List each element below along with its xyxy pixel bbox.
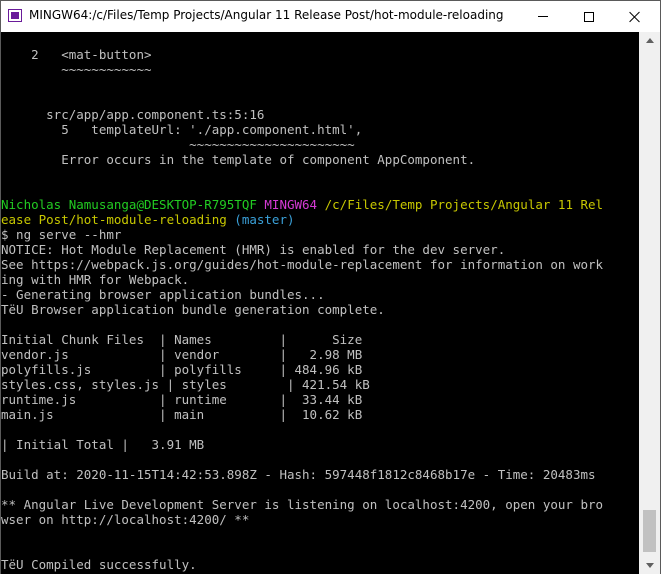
terminal-text: Nicholas Namusanga@DESKTOP-R795TQF (1, 197, 265, 212)
terminal-text: /c/Files/Temp Projects/Angular 11 Rel (324, 197, 604, 212)
maximize-button[interactable] (566, 1, 612, 32)
terminal-text: - Generating browser application bundles… (1, 287, 325, 302)
terminal-text: NOTICE: Hot Module Replacement (HMR) is … (1, 242, 506, 257)
terminal-line: | Initial Total | 3.91 MB (1, 437, 603, 452)
terminal-window: MINGW64:/c/Files/Temp Projects/Angular 1… (0, 0, 661, 574)
terminal-line: TëU Compiled successfully. (1, 557, 603, 572)
title-bar[interactable]: MINGW64:/c/Files/Temp Projects/Angular 1… (1, 1, 660, 32)
terminal-text: 2 <mat-button> (1, 47, 152, 62)
terminal-text: MINGW64 (264, 197, 325, 212)
maximize-icon (584, 11, 594, 22)
terminal-line: ** Angular Live Development Server is li… (1, 497, 603, 512)
close-button[interactable] (612, 1, 658, 32)
terminal-line: Initial Chunk Files | Names | Size (1, 332, 603, 347)
terminal-line: NOTICE: Hot Module Replacement (HMR) is … (1, 242, 603, 257)
terminal-text: Initial Chunk Files | Names | Size (1, 332, 363, 347)
terminal-text: See https://webpack.js.org/guides/hot-mo… (1, 257, 604, 272)
terminal-text: $ ng serve --hmr (1, 227, 122, 242)
terminal-text: ing with HMR for Webpack. (1, 272, 190, 287)
terminal-output[interactable]: 2 <mat-button> ~~~~~~~~~~~~ src/app/app.… (1, 32, 639, 574)
terminal-text: main.js | main | 10.62 kB (1, 407, 363, 422)
terminal-text: ** Angular Live Development Server is li… (1, 497, 604, 512)
scroll-up-button[interactable] (639, 32, 660, 49)
vertical-scrollbar[interactable] (639, 32, 660, 574)
terminal-line: 2 <mat-button> (1, 47, 603, 62)
terminal-line: Build at: 2020-11-15T14:42:53.898Z - Has… (1, 467, 603, 482)
terminal-text: styles.css, styles.js | styles | 421.54 … (1, 377, 370, 392)
terminal-line: Error occurs in the template of componen… (1, 152, 603, 167)
terminal-text: wser on http://localhost:4200/ ** (1, 512, 250, 527)
terminal-text: vendor.js | vendor | 2.98 MB (1, 347, 363, 362)
terminal-text: ~~~~~~~~~~~~ (1, 62, 152, 77)
mingw-terminal-icon[interactable] (8, 9, 22, 22)
terminal-text: src/app/app.component.ts:5:16 (1, 107, 265, 122)
terminal-line: styles.css, styles.js | styles | 421.54 … (1, 377, 603, 392)
terminal-line: main.js | main | 10.62 kB (1, 407, 603, 422)
terminal-line: wser on http://localhost:4200/ ** (1, 512, 603, 527)
arrow-down-icon (645, 563, 654, 568)
minimize-button[interactable] (520, 1, 566, 32)
terminal-line: runtime.js | runtime | 33.44 kB (1, 392, 603, 407)
terminal-line: See https://webpack.js.org/guides/hot-mo… (1, 257, 603, 272)
terminal-line: $ ng serve --hmr (1, 227, 603, 242)
terminal-text: Build at: 2020-11-15T14:42:53.898Z - Has… (1, 467, 596, 482)
terminal-line: TëU Browser application bundle generatio… (1, 302, 603, 317)
terminal-line: - Generating browser application bundles… (1, 287, 603, 302)
arrow-up-icon (645, 38, 654, 43)
scrollbar-thumb[interactable] (643, 510, 656, 552)
terminal-text: ease Post/hot-module-reloading (1, 212, 235, 227)
scroll-down-button[interactable] (639, 557, 660, 574)
terminal-text: Error occurs in the template of componen… (1, 152, 476, 167)
window-title: MINGW64:/c/Files/Temp Projects/Angular 1… (29, 8, 504, 22)
terminal-line: polyfills.js | polyfills | 484.96 kB (1, 362, 603, 377)
terminal-line: ~~~~~~~~~~~~ (1, 62, 603, 77)
terminal-text: ~~~~~~~~~~~~~~~~~~~~~~ (1, 137, 355, 152)
terminal-line: ing with HMR for Webpack. (1, 272, 603, 287)
close-icon (629, 11, 641, 23)
terminal-line: vendor.js | vendor | 2.98 MB (1, 347, 603, 362)
terminal-text: (master) (234, 212, 295, 227)
terminal-line: 5 templateUrl: './app.component.html', (1, 122, 603, 137)
terminal-text: polyfills.js | polyfills | 484.96 kB (1, 362, 363, 377)
terminal-line: ease Post/hot-module-reloading (master) (1, 212, 603, 227)
terminal-lines: 2 <mat-button> ~~~~~~~~~~~~ src/app/app.… (1, 32, 603, 572)
terminal-text: | Initial Total | 3.91 MB (1, 437, 205, 452)
minimize-icon (538, 16, 548, 17)
terminal-text: runtime.js | runtime | 33.44 kB (1, 392, 363, 407)
terminal-line: Nicholas Namusanga@DESKTOP-R795TQF MINGW… (1, 197, 603, 212)
terminal-line: ~~~~~~~~~~~~~~~~~~~~~~ (1, 137, 603, 152)
terminal-text: TëU Compiled successfully. (1, 557, 197, 572)
terminal-text: 5 templateUrl: './app.component.html', (1, 122, 363, 137)
terminal-line: src/app/app.component.ts:5:16 (1, 107, 603, 122)
terminal-text: TëU Browser application bundle generatio… (1, 302, 385, 317)
